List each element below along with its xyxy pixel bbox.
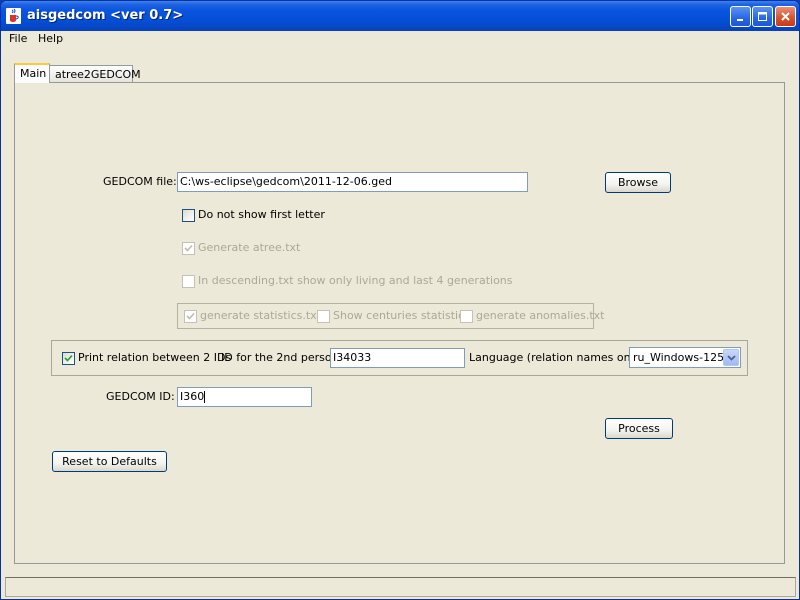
second-person-id-field[interactable]: I34033	[330, 348, 465, 368]
browse-button[interactable]: Browse	[605, 172, 671, 193]
language-label: Language (relation names only):	[469, 351, 649, 364]
text-cursor	[204, 391, 206, 403]
do-not-show-first-letter-label: Do not show first letter	[198, 208, 325, 221]
language-select[interactable]: ru_Windows-1251	[629, 347, 741, 368]
reset-to-defaults-button[interactable]: Reset to Defaults	[52, 451, 167, 472]
menu-bar: File Help	[1, 31, 799, 49]
second-person-label: ID for the 2nd person	[221, 351, 339, 364]
checkmark-icon	[186, 312, 195, 320]
title-bar[interactable]: aisgedcom <ver 0.7>	[1, 1, 799, 31]
close-button[interactable]	[775, 6, 796, 27]
checkmark-icon	[184, 244, 193, 252]
dropdown-button[interactable]	[723, 349, 739, 366]
generate-statistics-checkbox[interactable]	[184, 310, 197, 323]
menu-file[interactable]: File	[9, 32, 27, 45]
menu-help[interactable]: Help	[38, 32, 63, 45]
show-centuries-label: Show centuries statistics	[333, 309, 470, 322]
app-window: aisgedcom <ver 0.7> File Help Main atree…	[0, 0, 800, 600]
chevron-down-icon	[726, 354, 736, 361]
generate-anomalies-checkbox[interactable]	[460, 310, 473, 323]
close-icon	[781, 12, 790, 21]
print-relation-label: Print relation between 2 IDs	[78, 351, 232, 364]
gedcom-file-field[interactable]: C:\ws-eclipse\gedcom\2011-12-06.ged	[177, 172, 528, 192]
gedcom-file-label: GEDCOM file:	[103, 175, 177, 188]
checkmark-icon	[64, 354, 73, 362]
generate-anomalies-label: generate anomalies.txt	[476, 309, 605, 322]
do-not-show-first-letter-checkbox[interactable]	[182, 209, 195, 222]
minimize-icon	[737, 19, 743, 21]
maximize-icon	[758, 12, 767, 21]
process-button[interactable]: Process	[605, 418, 673, 439]
gedcom-id-field[interactable]: I360	[177, 387, 312, 407]
java-cup-icon	[6, 8, 21, 24]
gedcom-id-value: I360	[180, 390, 205, 403]
show-centuries-checkbox[interactable]	[317, 310, 330, 323]
gedcom-id-label: GEDCOM ID:	[106, 390, 175, 403]
generate-statistics-label: generate statistics.txt	[200, 309, 321, 322]
generate-atree-checkbox[interactable]	[182, 242, 195, 255]
language-select-value: ru_Windows-1251	[633, 351, 732, 364]
descending-living-checkbox[interactable]	[182, 275, 195, 288]
descending-living-label: In descending.txt show only living and l…	[198, 274, 513, 287]
tab-atree2gedcom[interactable]: atree2GEDCOM	[49, 65, 141, 83]
print-relation-checkbox[interactable]	[62, 352, 75, 365]
window-title: aisgedcom <ver 0.7>	[27, 8, 184, 23]
minimize-button[interactable]	[730, 6, 751, 27]
tab-main[interactable]: Main	[14, 63, 50, 83]
generate-atree-label: Generate atree.txt	[198, 241, 301, 254]
status-bar	[5, 577, 796, 597]
maximize-button[interactable]	[752, 6, 773, 27]
